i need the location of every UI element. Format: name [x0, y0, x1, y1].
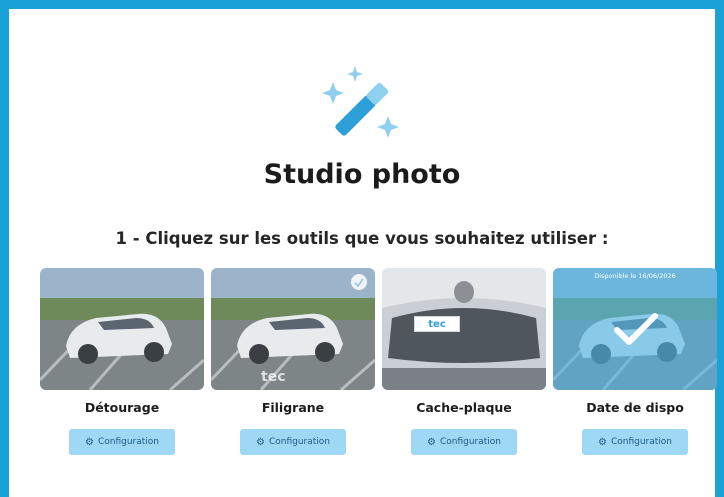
tool-label: Filigrane — [261, 400, 325, 415]
configuration-button-label: Configuration — [439, 437, 501, 447]
car-photo-image — [40, 268, 204, 390]
tool-label: Détourage — [84, 400, 160, 415]
tool-label: Cache-plaque — [416, 400, 512, 415]
configuration-button-label: Configuration — [610, 437, 672, 447]
magic-wand-icon — [322, 66, 399, 138]
page-title: Studio photo — [263, 159, 461, 190]
car-photo-selected-image — [553, 268, 717, 390]
configuration-button-label: Configuration — [268, 437, 330, 447]
gear-icon: ⚙ — [597, 436, 607, 448]
car-front-closeup-image — [382, 268, 546, 390]
tool-card-date-de-dispo[interactable] — [553, 268, 717, 390]
configuration-button-label: Configuration — [97, 437, 159, 447]
license-plate-cover: tec — [414, 316, 460, 332]
instruction-text: 1 - Cliquez sur les outils que vous souh… — [115, 229, 609, 248]
gear-icon: ⚙ — [426, 436, 436, 448]
configuration-button[interactable]: ⚙ Configuration — [69, 429, 175, 455]
configuration-button[interactable]: ⚙ Configuration — [411, 429, 517, 455]
availability-date-overlay: Disponible le 16/06/2026 — [594, 272, 676, 280]
watermark-text: tec — [261, 369, 286, 385]
configuration-button[interactable]: ⚙ Configuration — [582, 429, 688, 455]
gear-icon: ⚙ — [255, 436, 265, 448]
tool-card-detourage[interactable] — [40, 268, 204, 390]
tool-label: Date de dispo — [586, 400, 684, 415]
tool-card-filigrane[interactable] — [211, 268, 375, 390]
gear-icon: ⚙ — [84, 436, 94, 448]
car-photo-watermark-image — [211, 268, 375, 390]
tool-card-cache-plaque[interactable] — [382, 268, 546, 390]
configuration-button[interactable]: ⚙ Configuration — [240, 429, 346, 455]
